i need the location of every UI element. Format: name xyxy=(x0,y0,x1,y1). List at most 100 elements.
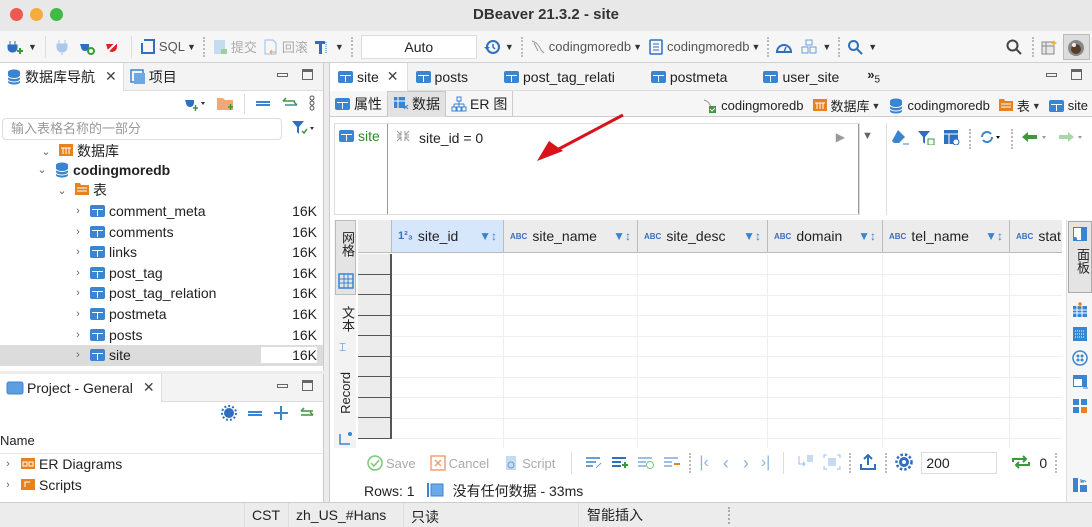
chevron-right-icon[interactable]: › xyxy=(72,267,84,279)
row-header[interactable] xyxy=(358,315,392,336)
view-mode-record[interactable]: Record xyxy=(335,368,356,448)
filter-save-icon[interactable] xyxy=(917,129,935,148)
commit-button[interactable]: 提交 xyxy=(209,35,260,59)
column-header-domain[interactable]: ABC domain ▼↕ xyxy=(768,220,883,253)
new-connection-button[interactable]: ▼ xyxy=(4,35,40,59)
grid-corner[interactable] xyxy=(358,220,392,253)
cancel-button[interactable]: Cancel xyxy=(427,451,492,475)
panels-tab[interactable]: 面板 xyxy=(1068,221,1092,293)
column-filter-sort-icon[interactable]: ▼↕ xyxy=(613,229,631,243)
column-filter-sort-icon[interactable]: ▼↕ xyxy=(985,229,1003,243)
dbeaver-perspective-button[interactable] xyxy=(1063,33,1090,60)
chevron-right-icon[interactable]: › xyxy=(72,205,84,217)
grid-pattern-icon[interactable] xyxy=(1072,326,1088,345)
column-filter-sort-icon[interactable]: ▼↕ xyxy=(858,229,876,243)
tree-node-table[interactable]: › postmeta 16K xyxy=(0,304,323,325)
chevron-right-icon[interactable]: › xyxy=(72,287,84,299)
column-header-stat[interactable]: ABC stat xyxy=(1010,220,1062,253)
breadcrumb-connection[interactable]: codingmoredb xyxy=(702,96,804,115)
tab-database-navigator[interactable]: 数据库导航 ✕ xyxy=(0,62,123,91)
editor-tab-user-site[interactable]: user_site xyxy=(755,63,847,91)
row-header[interactable] xyxy=(358,336,392,357)
column-filter-sort-icon[interactable]: ▼↕ xyxy=(479,229,497,243)
row-header[interactable] xyxy=(358,254,392,275)
column-header-site-name[interactable]: ABC site_name ▼↕ xyxy=(504,220,638,253)
view-menu-icon[interactable] xyxy=(309,95,315,114)
reconnect-button[interactable] xyxy=(76,35,101,59)
expand-all-icon[interactable] xyxy=(273,405,289,424)
transaction-mode-button[interactable]: ▼ xyxy=(311,35,347,59)
eraser-icon[interactable] xyxy=(891,129,909,148)
chevron-down-icon[interactable]: ⌄ xyxy=(40,145,52,158)
chevron-down-icon[interactable]: ⌄ xyxy=(56,184,68,197)
refresh-icon[interactable] xyxy=(979,129,1003,148)
link-editor-icon[interactable] xyxy=(299,405,315,424)
breadcrumb-table[interactable]: site xyxy=(1048,96,1088,115)
minimize-editor-button[interactable] xyxy=(1046,73,1057,77)
collapse-all-icon[interactable] xyxy=(255,95,271,114)
minimize-panel-button[interactable] xyxy=(277,73,288,77)
close-tab-icon[interactable]: ✕ xyxy=(105,68,117,85)
editor-tab-post-tag-relati[interactable]: post_tag_relati xyxy=(496,63,623,91)
fetch-next-icon[interactable] xyxy=(797,454,815,473)
chevron-right-icon[interactable]: › xyxy=(2,479,14,491)
editor-tab-posts[interactable]: posts xyxy=(408,63,476,91)
global-search-button[interactable] xyxy=(1003,35,1028,59)
tree-node-tables[interactable]: ⌄ 表 xyxy=(0,180,323,201)
row-header[interactable] xyxy=(358,295,392,316)
copy-row-icon[interactable] xyxy=(637,454,655,473)
filter-settings-icon[interactable] xyxy=(943,129,961,148)
settings-gear-icon[interactable] xyxy=(895,452,914,474)
tree-node-table[interactable]: › post_tag_relation 16K xyxy=(0,283,323,304)
add-row-icon[interactable] xyxy=(611,454,629,473)
project-item-scripts[interactable]: › Scripts xyxy=(0,475,323,496)
tab-project-general[interactable]: Project - General ✕ xyxy=(0,373,162,402)
row-header[interactable] xyxy=(358,418,392,439)
tree-node-table[interactable]: › comment_meta 16K xyxy=(0,201,323,222)
tree-node-db[interactable]: ⌄ codingmoredb xyxy=(0,160,323,181)
search-button[interactable]: ▼ xyxy=(844,35,880,59)
filter-expression-input[interactable]: site_id = 0 xyxy=(395,129,483,146)
maximize-panel-button[interactable] xyxy=(302,69,313,80)
chevron-right-icon[interactable]: › xyxy=(72,349,84,361)
grouping-icon[interactable] xyxy=(1072,350,1088,369)
delete-row-icon[interactable] xyxy=(663,454,681,473)
chevron-right-icon[interactable]: › xyxy=(72,226,84,238)
script-button[interactable]: Script xyxy=(500,451,558,475)
tree-node-table[interactable]: › comments 16K xyxy=(0,221,323,242)
export-icon[interactable] xyxy=(859,453,877,473)
perspective-button[interactable] xyxy=(1038,35,1063,59)
transaction-log-button[interactable]: ▼ xyxy=(481,35,517,59)
transaction-mode-field[interactable]: Auto xyxy=(360,34,477,59)
breadcrumb-tables[interactable]: 表 ▼ xyxy=(998,96,1041,115)
active-schema-selector[interactable]: codingmoredb ▼ xyxy=(645,35,763,59)
chevron-right-icon[interactable]: › xyxy=(72,308,84,320)
chevron-right-icon[interactable]: › xyxy=(2,458,14,470)
chevron-right-icon[interactable]: › xyxy=(72,329,84,341)
editor-tab-postmeta[interactable]: postmeta xyxy=(643,63,736,91)
back-arrow-icon[interactable] xyxy=(1021,129,1049,148)
save-button[interactable]: Save xyxy=(364,451,419,475)
breadcrumb-db[interactable]: codingmoredb xyxy=(888,96,990,115)
collapse-all-icon[interactable] xyxy=(247,405,263,424)
tab-projects[interactable]: 项目 xyxy=(122,62,183,91)
layout-toggle-icon[interactable] xyxy=(1072,477,1088,496)
active-datasource-selector[interactable]: codingmoredb ▼ xyxy=(527,35,645,59)
row-header[interactable] xyxy=(358,397,392,418)
previous-page-icon[interactable]: ‹ xyxy=(723,453,729,474)
edit-row-icon[interactable] xyxy=(585,454,603,473)
settings-gear-icon[interactable] xyxy=(221,404,237,424)
editor-tab-site[interactable]: site ✕ xyxy=(330,62,408,91)
next-page-icon[interactable]: › xyxy=(743,453,749,474)
filter-config-icon[interactable] xyxy=(291,119,315,140)
tree-node-table[interactable]: › links 16K xyxy=(0,242,323,263)
row-header[interactable] xyxy=(358,356,392,377)
first-page-icon[interactable]: |‹ xyxy=(699,454,708,472)
last-page-icon[interactable]: ›| xyxy=(761,454,770,472)
apply-filter-icon[interactable]: ▶ xyxy=(836,130,845,144)
view-mode-text[interactable]: 文本 ⌶ xyxy=(335,302,356,362)
close-tab-icon[interactable]: ✕ xyxy=(387,68,399,85)
collapse-filter-icon[interactable] xyxy=(395,129,411,146)
subtab-er-diagram[interactable]: ER 图 xyxy=(446,91,512,117)
forward-arrow-icon[interactable] xyxy=(1057,129,1085,148)
